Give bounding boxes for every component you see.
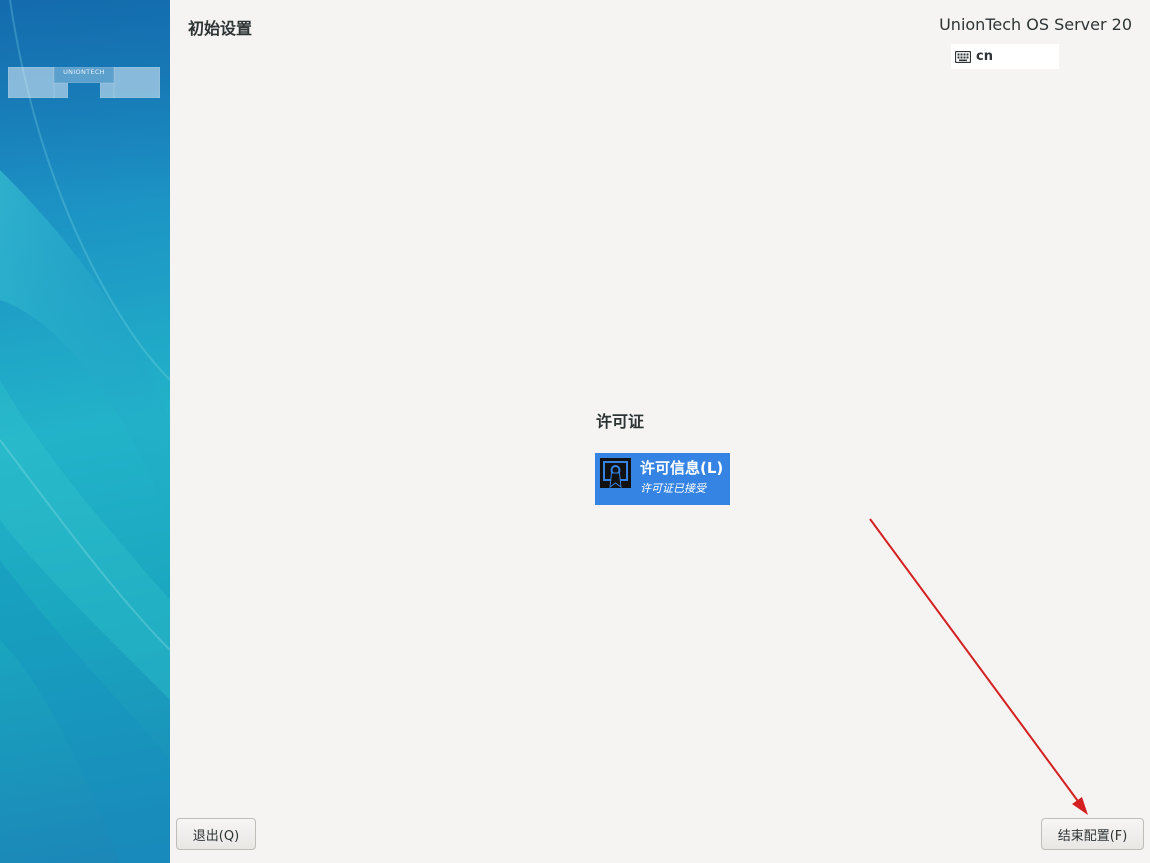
quit-button[interactable]: 退出(Q) xyxy=(176,818,256,850)
sidebar-wave-background xyxy=(0,0,170,863)
certificate-icon xyxy=(600,458,631,488)
uniontech-logo: UNIONTECH xyxy=(8,67,160,99)
section-title-license: 许可证 xyxy=(596,412,645,431)
keyboard-layout-indicator[interactable]: cn xyxy=(951,44,1059,69)
annotation-arrow xyxy=(869,518,1088,815)
initial-setup-window: UNIONTECH 初始设置 UnionTech OS Server 20 cn… xyxy=(0,0,1150,863)
finish-configuration-button[interactable]: 结束配置(F) xyxy=(1041,818,1144,850)
spoke-title: 许可信息(L) xyxy=(640,459,724,477)
license-information-spoke[interactable]: 许可信息(L) 许可证已接受 xyxy=(595,453,730,505)
spoke-status: 许可证已接受 xyxy=(640,482,706,495)
keyboard-layout-label: cn xyxy=(976,49,993,64)
keyboard-icon xyxy=(955,50,971,63)
page-title: 初始设置 xyxy=(188,19,253,38)
sidebar: UNIONTECH xyxy=(0,0,170,863)
product-name: UnionTech OS Server 20 xyxy=(939,15,1132,34)
logo-text: UNIONTECH xyxy=(63,68,105,76)
